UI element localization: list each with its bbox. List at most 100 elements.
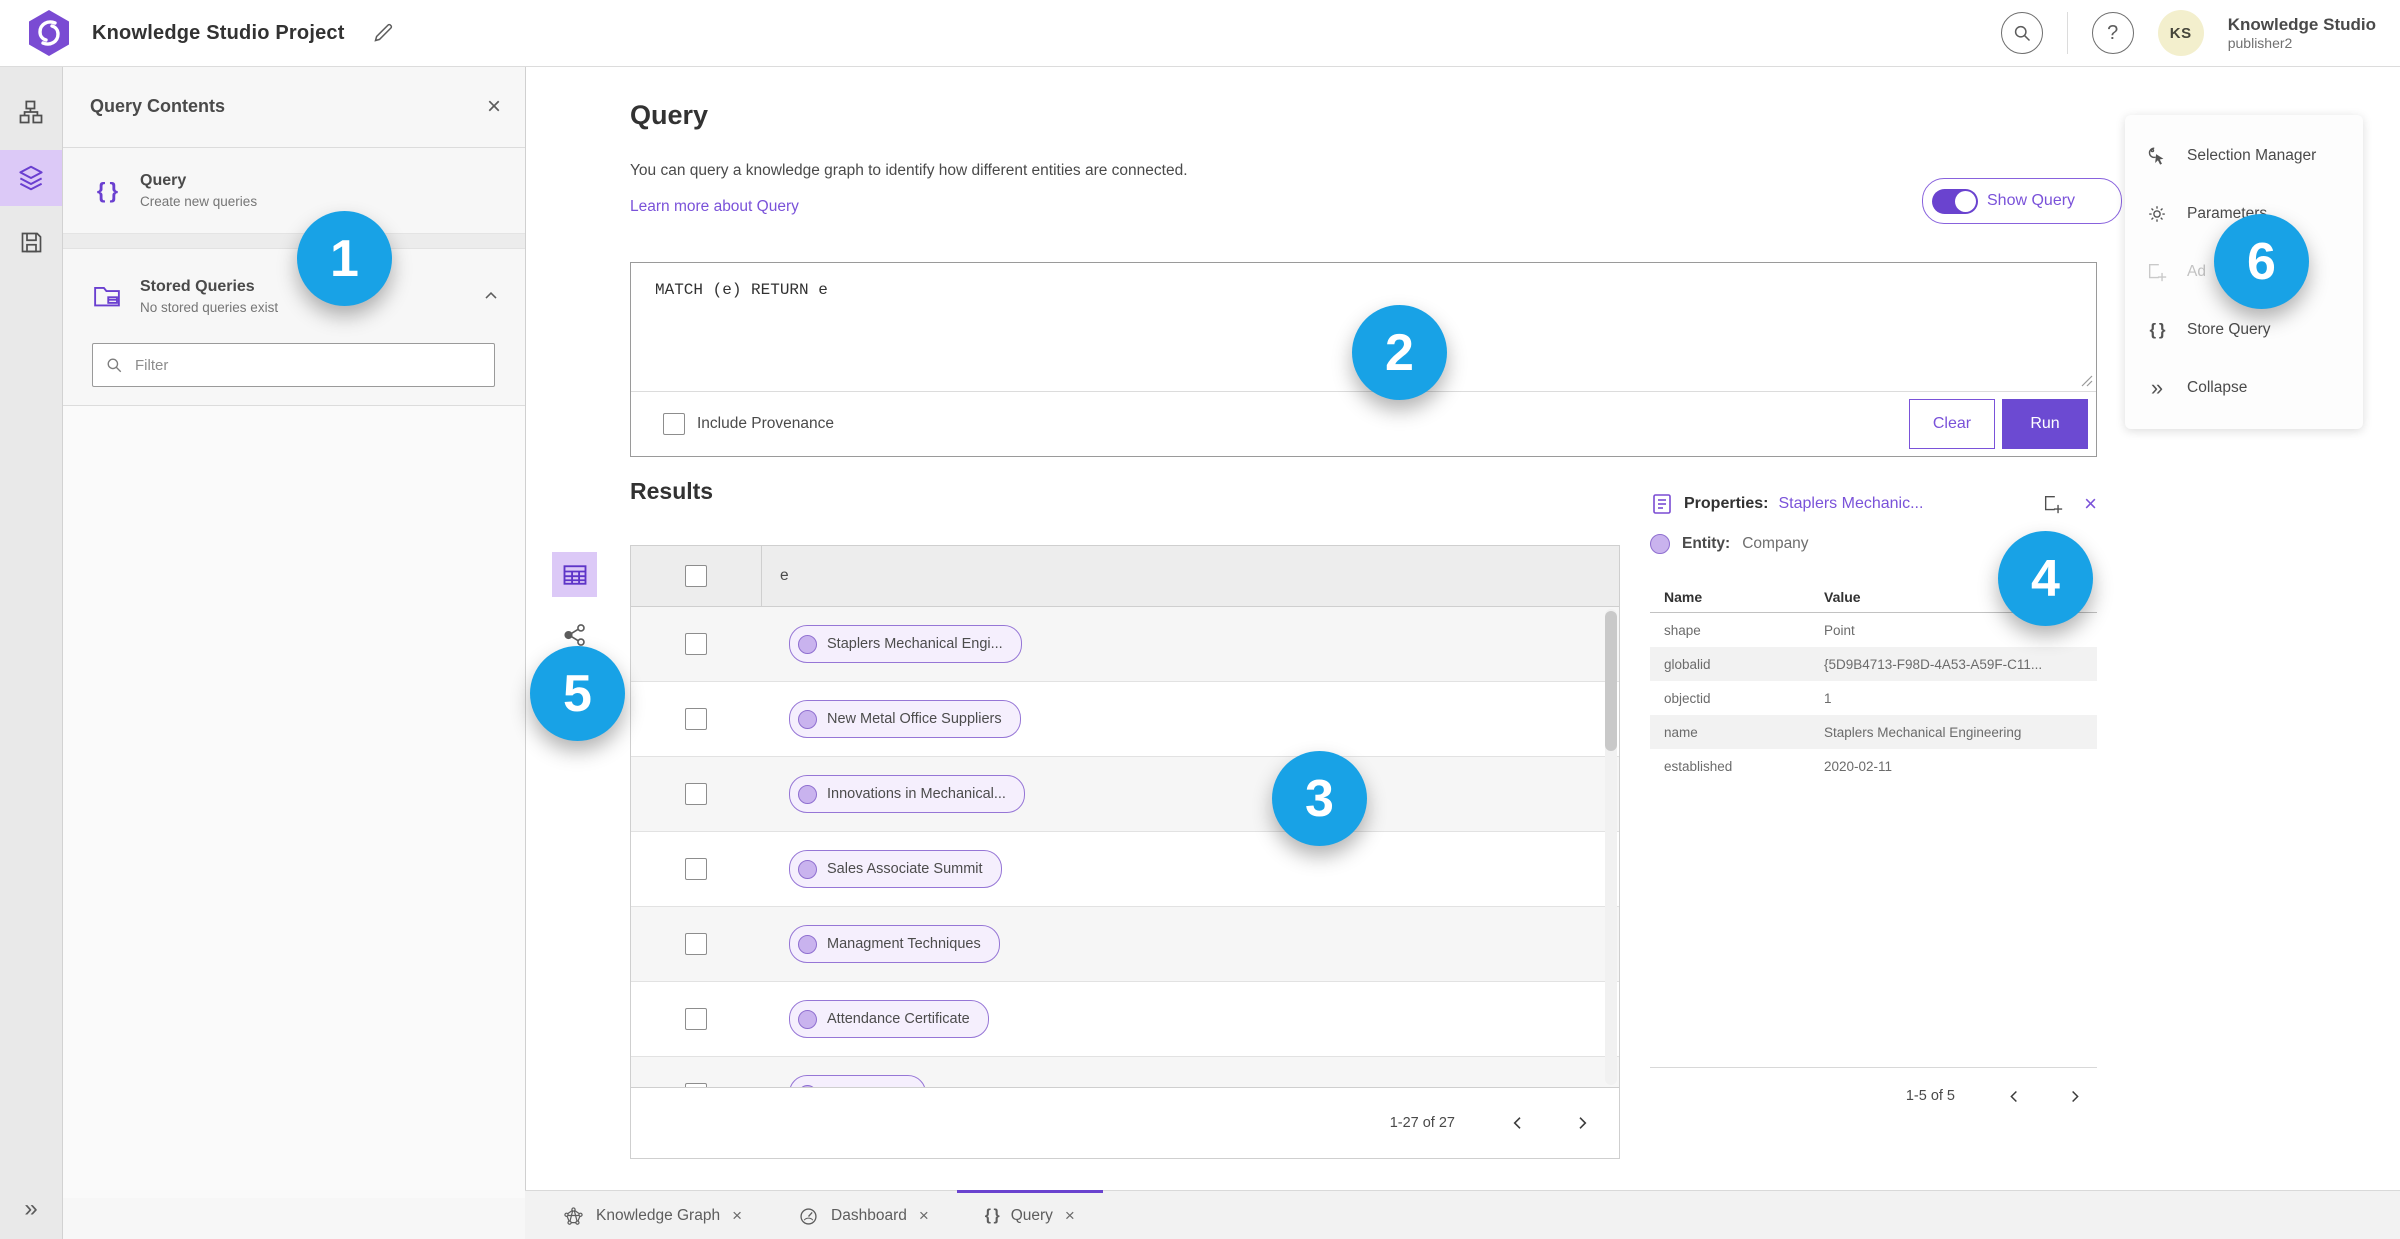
expand-rail-button[interactable]: » xyxy=(0,1189,62,1229)
scrollbar-thumb[interactable] xyxy=(1605,611,1617,751)
frame-plus-icon xyxy=(2045,495,2063,514)
toggle-label: Show Query xyxy=(1987,192,2076,209)
table-row[interactable]: Innovations in Mechanical... xyxy=(631,757,1619,832)
rail-item-contents[interactable] xyxy=(0,150,62,206)
left-rail: » xyxy=(0,66,63,1239)
close-properties-button[interactable]: × xyxy=(2084,493,2097,515)
topbar-divider xyxy=(2066,12,2068,54)
properties-entity-link[interactable]: Staplers Mechanic... xyxy=(1778,495,1923,513)
chevron-right-icon xyxy=(1579,1117,1587,1129)
property-row[interactable]: objectid 1 xyxy=(1650,681,2097,715)
entity-pill[interactable]: Managment Techniques xyxy=(789,925,1000,963)
add-to-new-button[interactable] xyxy=(2042,493,2064,515)
properties-doc-icon xyxy=(1653,494,1671,514)
table-row[interactable]: Attendance Certificate xyxy=(631,982,1619,1057)
properties-range-label: 1-5 of 5 xyxy=(1905,1088,1955,1104)
row-checkbox[interactable] xyxy=(685,708,707,730)
previous-page-button[interactable] xyxy=(1501,1106,1535,1140)
resize-grip-icon[interactable] xyxy=(2079,373,2093,387)
close-tab-button[interactable]: × xyxy=(732,1206,742,1226)
close-icon: × xyxy=(732,1206,743,1225)
clear-button[interactable]: Clear xyxy=(1909,399,1995,449)
entity-dot-icon xyxy=(798,859,817,879)
row-checkbox[interactable] xyxy=(685,1083,707,1087)
entity-dot-icon xyxy=(798,1009,817,1029)
next-page-button[interactable] xyxy=(2057,1079,2091,1113)
rail-item-save[interactable] xyxy=(0,214,62,270)
rail-item-data-model[interactable] xyxy=(0,84,62,140)
search-icon xyxy=(107,358,122,373)
search-icon xyxy=(2014,25,2030,42)
next-page-button[interactable] xyxy=(1565,1106,1599,1140)
avatar[interactable]: KS xyxy=(2157,10,2204,56)
entity-pill[interactable]: Attendance Certificate xyxy=(789,1000,989,1038)
tool-store-query[interactable]: { } Store Query xyxy=(2125,301,2363,359)
tab-query[interactable]: { } Query × xyxy=(956,1190,1103,1239)
entity-label: Entity: xyxy=(1682,535,1731,552)
property-row[interactable]: established 2020-02-11 xyxy=(1650,749,2097,783)
table-row[interactable]: New Metal Office Suppliers xyxy=(631,682,1619,757)
row-checkbox[interactable] xyxy=(685,1008,707,1030)
entity-dot-icon xyxy=(798,634,817,654)
close-tab-button[interactable]: × xyxy=(1065,1206,1075,1226)
row-checkbox[interactable] xyxy=(685,783,707,805)
user-name: Knowledge Studio xyxy=(2227,15,2376,35)
table-row[interactable]: Staplers Mechanical Engi... xyxy=(631,607,1619,682)
entity-pill[interactable]: Firebird Title xyxy=(789,1075,926,1087)
hierarchy-icon xyxy=(19,100,43,124)
show-query-toggle[interactable]: Show Query xyxy=(1922,178,2122,224)
close-icon: × xyxy=(918,1206,929,1225)
user-info[interactable]: Knowledge Studio publisher2 xyxy=(2228,15,2376,51)
property-row[interactable]: globalid {5D9B4713-F98D-4A53-A59F-C11... xyxy=(1650,647,2097,681)
filter-input[interactable] xyxy=(133,355,482,375)
table-row[interactable]: Managment Techniques xyxy=(631,907,1619,982)
tab-knowledge-graph[interactable]: Knowledge Graph × xyxy=(535,1190,770,1239)
table-row[interactable]: Sales Associate Summit xyxy=(631,832,1619,907)
search-button[interactable] xyxy=(2000,12,2043,54)
callout-4: 4 xyxy=(1998,531,2093,626)
close-tab-button[interactable]: × xyxy=(919,1206,929,1226)
edit-title-button[interactable] xyxy=(371,21,395,45)
row-checkbox[interactable] xyxy=(685,933,707,955)
select-all-checkbox[interactable] xyxy=(685,565,707,587)
tab-dashboard[interactable]: Dashboard × xyxy=(770,1190,957,1239)
gear-icon xyxy=(2149,206,2165,222)
column-header-e: e xyxy=(780,567,789,584)
chevron-left-icon xyxy=(2009,1090,2017,1102)
sidebar-item-query[interactable]: { } Query Create new queries xyxy=(62,148,525,234)
sidebar-item-stored-queries[interactable]: Stored Queries No stored queries exist xyxy=(62,249,525,333)
entity-pill[interactable]: Sales Associate Summit xyxy=(789,850,1002,888)
callout-6: 6 xyxy=(2214,214,2309,309)
table-view-button[interactable] xyxy=(552,552,597,597)
table-row[interactable]: Firebird Title xyxy=(631,1057,1619,1087)
editor-actions: Include Provenance Clear Run xyxy=(631,392,2096,456)
callout-5: 5 xyxy=(530,646,625,741)
property-row[interactable]: name Staplers Mechanical Engineering xyxy=(1650,715,2097,749)
entity-dot-icon xyxy=(798,934,817,954)
row-checkbox[interactable] xyxy=(685,633,707,655)
collapse-stored-queries-button[interactable] xyxy=(481,286,501,306)
entity-pill[interactable]: Staplers Mechanical Engi... xyxy=(789,625,1022,663)
query-contents-panel: Query Contents × { } Query Create new qu… xyxy=(62,66,526,1239)
learn-more-link[interactable]: Learn more about Query xyxy=(630,198,799,216)
entity-pill[interactable]: Innovations in Mechanical... xyxy=(789,775,1025,813)
entity-dot-icon xyxy=(798,784,817,804)
toggle-switch xyxy=(1932,188,1978,214)
entity-pill[interactable]: New Metal Office Suppliers xyxy=(789,700,1021,738)
results-table-header: e xyxy=(631,546,1619,607)
panel-title: Query Contents xyxy=(90,96,226,116)
item-title: Query xyxy=(140,172,187,189)
previous-page-button[interactable] xyxy=(1997,1079,2031,1113)
tool-selection-manager[interactable]: Selection Manager xyxy=(2125,127,2363,185)
close-panel-button[interactable]: × xyxy=(487,94,501,119)
table-scrollbar[interactable] xyxy=(1605,609,1617,1085)
include-provenance-checkbox[interactable] xyxy=(663,413,685,435)
run-button[interactable]: Run xyxy=(2002,399,2088,449)
close-icon: × xyxy=(2084,491,2097,516)
tool-collapse[interactable]: » Collapse xyxy=(2125,359,2363,417)
results-table-body: Staplers Mechanical Engi... New Metal Of… xyxy=(631,607,1619,1087)
row-checkbox[interactable] xyxy=(685,858,707,880)
help-button[interactable]: ? xyxy=(2091,12,2134,54)
chevron-left-icon xyxy=(1513,1117,1521,1129)
results-table: e Staplers Mechanical Engi... New Metal … xyxy=(630,545,1620,1159)
